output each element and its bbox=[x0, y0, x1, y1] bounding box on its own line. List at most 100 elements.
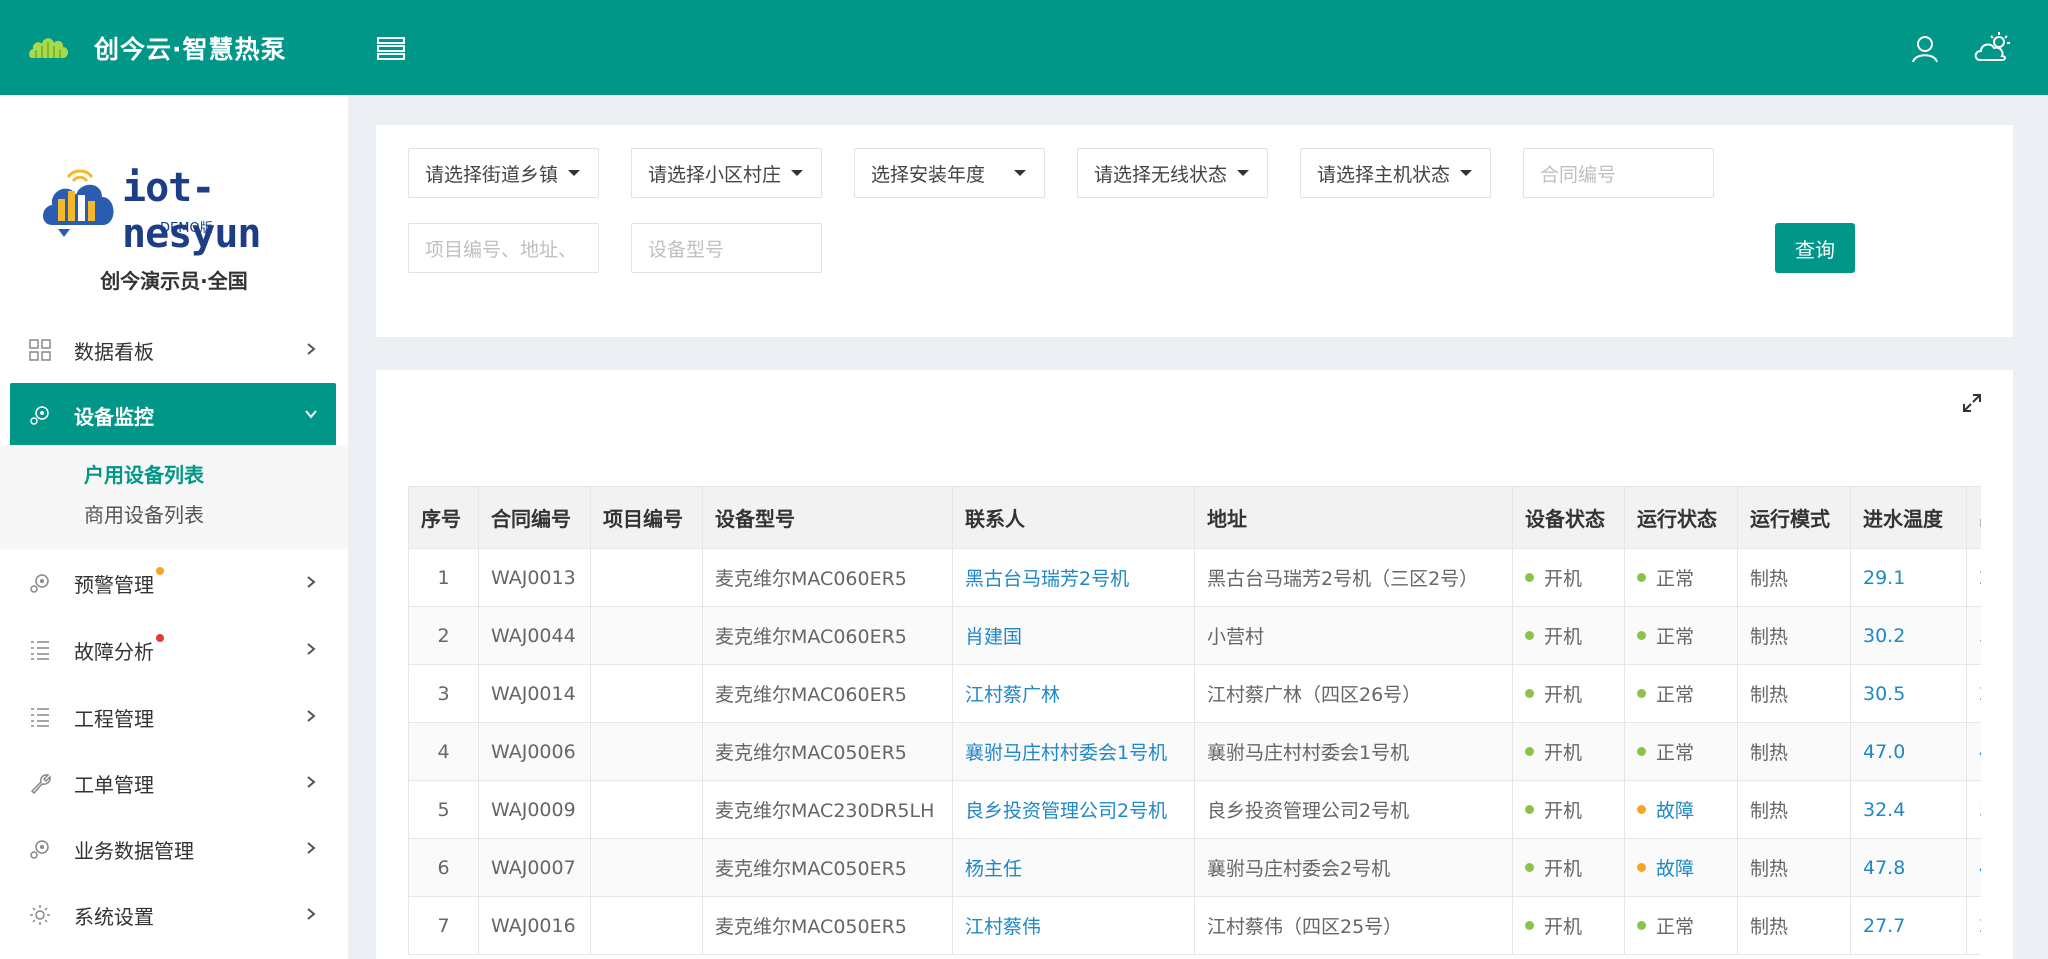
cell-inlet-temp[interactable]: 30.5 bbox=[1850, 664, 1967, 723]
cell-outlet-temp-text[interactable]: 3 bbox=[1979, 799, 1981, 821]
table-row[interactable]: 1 WAJ0013 麦克维尔MAC060ER5 黑古台马瑞芳2号机 黑古台马瑞芳2号机（… bbox=[408, 548, 1981, 607]
cell-outlet-temp[interactable]: 2 bbox=[1966, 896, 1981, 955]
cell-contact[interactable]: 江村蔡广林 bbox=[952, 664, 1195, 723]
user-role: 创今演示员·全国 bbox=[100, 269, 248, 293]
sidebar-item-warning[interactable]: 预警管理 bbox=[10, 551, 336, 615]
cell-contact[interactable]: 黑古台马瑞芳2号机 bbox=[952, 548, 1195, 607]
cell-contract: WAJ0044 bbox=[478, 606, 591, 665]
install-year-select[interactable]: 选择安装年度 bbox=[854, 148, 1045, 198]
table-row[interactable]: 4 WAJ0006 麦克维尔MAC050ER5 襄驸马庄村村委会1号机 襄驸马庄村村委会… bbox=[408, 722, 1981, 781]
table-row[interactable]: 5 WAJ0009 麦克维尔MAC230DR5LH 良乡投资管理公司2号机 良乡投资管理… bbox=[408, 780, 1981, 839]
notification-dot bbox=[156, 633, 164, 642]
cell-contact[interactable]: 襄驸马庄村村委会1号机 bbox=[952, 722, 1195, 781]
cell-outlet-temp[interactable]: 2 bbox=[1966, 548, 1981, 607]
status-text[interactable]: 故障 bbox=[1656, 858, 1694, 880]
sidebar-item-device-monitor[interactable]: 设备监控 bbox=[10, 383, 336, 447]
cell-device-status: 开机 bbox=[1512, 838, 1625, 897]
cell-outlet-temp-text[interactable]: 2 bbox=[1979, 683, 1981, 705]
column-header[interactable]: 地址 bbox=[1194, 486, 1513, 549]
business-data-icon bbox=[30, 840, 49, 859]
cell-inlet-temp[interactable]: 30.2 bbox=[1850, 606, 1967, 665]
cell-inlet-temp[interactable]: 47.8 bbox=[1850, 838, 1967, 897]
submenu-commercial-devices[interactable]: 商用设备列表 bbox=[84, 499, 204, 528]
cell-contract: WAJ0014 bbox=[478, 664, 591, 723]
table-row[interactable]: 6 WAJ0007 麦克维尔MAC050ER5 杨主任 襄驸马庄村委会2号机 开机 故障 制热… bbox=[408, 838, 1981, 897]
sidebar-item-work-order[interactable]: 工单管理 bbox=[10, 751, 336, 815]
sidebar-item-dashboard[interactable]: 数据看板 bbox=[10, 318, 336, 382]
cell-outlet-temp-text[interactable]: 4 bbox=[1979, 741, 1981, 763]
sidebar: iot-nesyun DEMO版 创今演示员·全国 数据看板 设备监控 户用设备… bbox=[0, 95, 348, 959]
table-row[interactable]: 3 WAJ0014 麦克维尔MAC060ER5 江村蔡广林 江村蔡广林（四区26号） 开机… bbox=[408, 664, 1981, 723]
column-header[interactable]: 运行模式 bbox=[1737, 486, 1851, 549]
cell-outlet-temp-text[interactable]: 2 bbox=[1979, 567, 1981, 589]
cell-outlet-temp-text[interactable]: 4 bbox=[1979, 857, 1981, 879]
user-icon[interactable] bbox=[1910, 34, 1940, 64]
cell-outlet-temp[interactable]: 4 bbox=[1966, 838, 1981, 897]
cell-contact[interactable]: 肖建国 bbox=[952, 606, 1195, 665]
sidebar-item-business-data[interactable]: 业务数据管理 bbox=[10, 817, 336, 881]
cell-contact-text[interactable]: 良乡投资管理公司2号机 bbox=[965, 800, 1167, 822]
query-button[interactable]: 查询 bbox=[1775, 223, 1855, 273]
device-model-input[interactable]: 设备型号 bbox=[631, 223, 822, 273]
cell-outlet-temp-text[interactable]: 3 bbox=[1979, 625, 1981, 647]
cell-inlet-temp[interactable]: 27.7 bbox=[1850, 896, 1967, 955]
cell-contact[interactable]: 江村蔡伟 bbox=[952, 896, 1195, 955]
sidebar-item-settings[interactable]: 系统设置 bbox=[10, 883, 336, 947]
contract-number-input[interactable]: 合同编号 bbox=[1523, 148, 1714, 198]
table-row[interactable]: 7 WAJ0016 麦克维尔MAC050ER5 江村蔡伟 江村蔡伟（四区25号） 开机 正常… bbox=[408, 896, 1981, 955]
column-header[interactable]: 进水温度 bbox=[1850, 486, 1967, 549]
cell-inlet-temp-text[interactable]: 47.8 bbox=[1863, 857, 1905, 879]
cell-inlet-temp-text[interactable]: 47.0 bbox=[1863, 741, 1905, 763]
cell-contact-text[interactable]: 肖建国 bbox=[965, 626, 1022, 648]
cell-inlet-temp[interactable]: 29.1 bbox=[1850, 548, 1967, 607]
column-header[interactable]: 运行状态 bbox=[1624, 486, 1738, 549]
cell-inlet-temp-text[interactable]: 27.7 bbox=[1863, 915, 1905, 937]
cell-contact[interactable]: 杨主任 bbox=[952, 838, 1195, 897]
cell-index: 2 bbox=[408, 606, 479, 665]
cell-index-text: 6 bbox=[437, 856, 450, 879]
cell-outlet-temp[interactable]: 3 bbox=[1966, 780, 1981, 839]
column-header[interactable]: 联系人 bbox=[952, 486, 1195, 549]
cell-contact-text[interactable]: 江村蔡伟 bbox=[965, 916, 1041, 938]
sidebar-item-label: 故障分析 bbox=[74, 633, 164, 665]
cell-inlet-temp-text[interactable]: 30.5 bbox=[1863, 683, 1905, 705]
sidebar-item-fault[interactable]: 故障分析 bbox=[10, 618, 336, 682]
cell-outlet-temp[interactable]: 4 bbox=[1966, 722, 1981, 781]
fullscreen-expand-icon[interactable] bbox=[1961, 392, 1983, 414]
status-text[interactable]: 故障 bbox=[1656, 800, 1694, 822]
project-search-input[interactable]: 项目编号、地址、 bbox=[408, 223, 599, 273]
column-header[interactable]: 设备状态 bbox=[1512, 486, 1625, 549]
submenu-household-devices[interactable]: 户用设备列表 bbox=[84, 459, 204, 488]
cell-inlet-temp[interactable]: 32.4 bbox=[1850, 780, 1967, 839]
host-status-select[interactable]: 请选择主机状态 bbox=[1300, 148, 1491, 198]
sidebar-item-project[interactable]: 工程管理 bbox=[10, 685, 336, 749]
menu-toggle-icon[interactable] bbox=[376, 35, 406, 63]
cell-contact-text[interactable]: 黑古台马瑞芳2号机 bbox=[965, 568, 1129, 590]
chevron-right-icon bbox=[307, 643, 316, 655]
cell-device-status: 开机 bbox=[1512, 548, 1625, 607]
table-row[interactable]: 2 WAJ0044 麦克维尔MAC060ER5 肖建国 小营村 开机 正常 制热 30.2 3 bbox=[408, 606, 1981, 665]
cell-contact-text[interactable]: 杨主任 bbox=[965, 858, 1022, 880]
column-header[interactable]: 序号 bbox=[408, 486, 479, 549]
cell-contact[interactable]: 良乡投资管理公司2号机 bbox=[952, 780, 1195, 839]
street-select[interactable]: 请选择街道乡镇 bbox=[408, 148, 599, 198]
cell-inlet-temp[interactable]: 47.0 bbox=[1850, 722, 1967, 781]
column-header[interactable]: 项目编号 bbox=[590, 486, 703, 549]
cell-inlet-temp-text[interactable]: 30.2 bbox=[1863, 625, 1905, 647]
cell-inlet-temp-text[interactable]: 32.4 bbox=[1863, 799, 1905, 821]
wireless-status-select[interactable]: 请选择无线状态 bbox=[1077, 148, 1268, 198]
weather-theme-icon[interactable] bbox=[1972, 30, 2012, 66]
cell-outlet-temp[interactable]: 3 bbox=[1966, 606, 1981, 665]
cell-mode: 制热 bbox=[1737, 780, 1851, 839]
cell-outlet-temp[interactable]: 2 bbox=[1966, 664, 1981, 723]
cell-inlet-temp-text[interactable]: 29.1 bbox=[1863, 567, 1905, 589]
cell-contact-text[interactable]: 江村蔡广林 bbox=[965, 684, 1060, 706]
community-select[interactable]: 请选择小区村庄 bbox=[631, 148, 822, 198]
cell-project bbox=[590, 838, 703, 897]
column-header[interactable]: 合同编号 bbox=[478, 486, 591, 549]
column-header[interactable]: 出水温度 bbox=[1966, 486, 1981, 549]
device-table-wrapper[interactable]: 序号 合同编号 项目编号 设备型号 联系人 地址 设备状态 运行状态 运行模式 … bbox=[408, 486, 1981, 959]
cell-outlet-temp-text[interactable]: 2 bbox=[1979, 915, 1981, 937]
column-header[interactable]: 设备型号 bbox=[702, 486, 953, 549]
cell-contact-text[interactable]: 襄驸马庄村村委会1号机 bbox=[965, 742, 1167, 764]
